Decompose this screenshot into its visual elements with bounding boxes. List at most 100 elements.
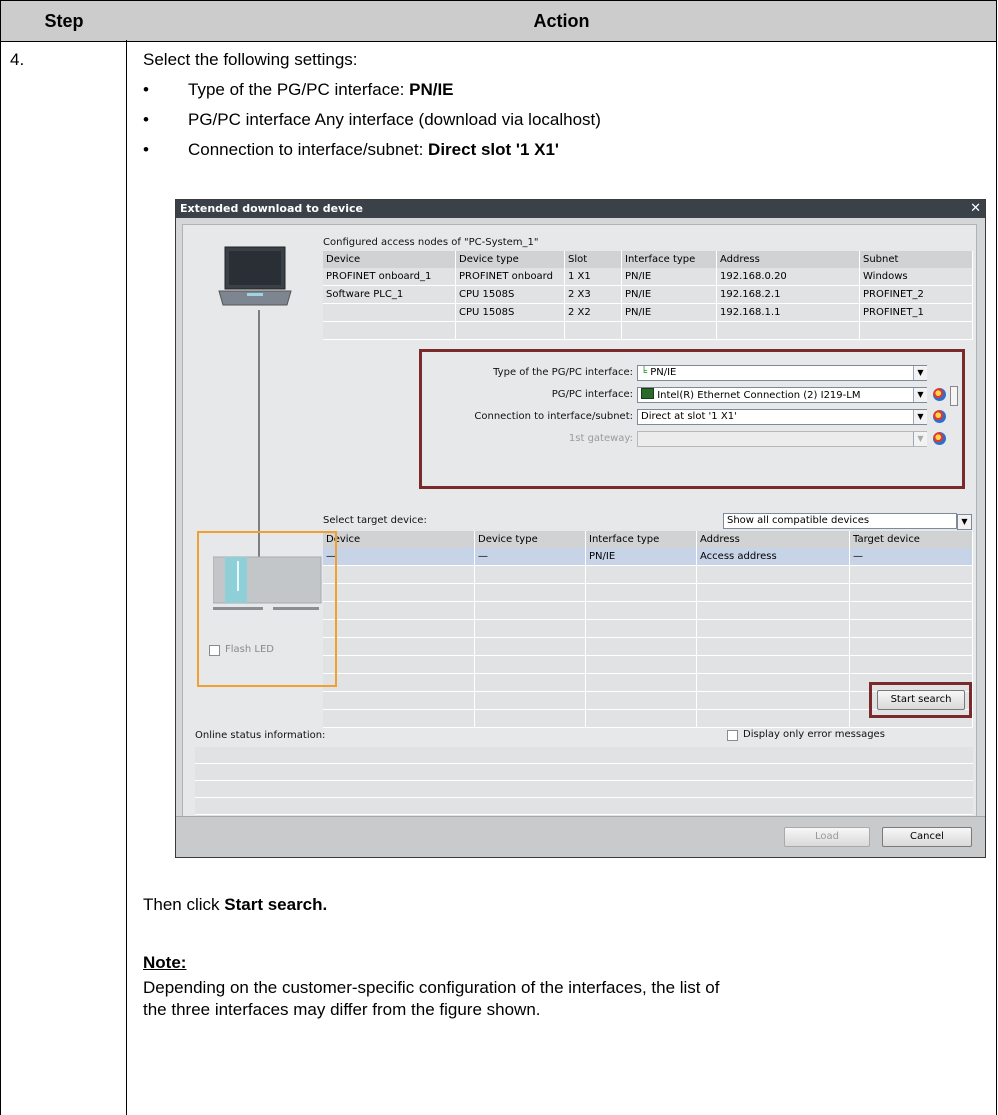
cell: PROFINET_1	[859, 303, 973, 322]
table-row	[323, 583, 973, 602]
note-line-1: Depending on the customer-specific confi…	[143, 978, 720, 997]
cell: —	[849, 548, 973, 566]
cell: PROFINET onboard_1	[323, 268, 456, 286]
flash-led-label: Flash LED	[225, 644, 274, 655]
col-device-type: Device type	[474, 531, 586, 548]
table-row	[323, 619, 973, 638]
header-step: Step	[0, 0, 128, 42]
load-button[interactable]: Load	[784, 827, 870, 847]
dialog-footer: Load Cancel	[176, 816, 985, 857]
cell: CPU 1508S	[455, 285, 565, 304]
properties-shield-icon[interactable]	[933, 388, 946, 401]
col-address: Address	[716, 251, 860, 268]
cell: PN/IE	[621, 303, 717, 322]
connection-line	[258, 310, 260, 560]
connection-label: Connection to interface/subnet:	[474, 411, 633, 422]
header-action: Action	[127, 0, 997, 42]
download-dialog: Extended download to device ✕ Configured…	[175, 199, 986, 858]
type-interface-label: Type of the PG/PC interface:	[493, 367, 633, 378]
table-row	[323, 655, 973, 674]
type-interface-value: PN/IE	[650, 367, 677, 378]
col-subnet: Subnet	[859, 251, 973, 268]
cancel-button[interactable]: Cancel	[882, 827, 972, 847]
chevron-down-icon[interactable]: ▼	[913, 432, 927, 446]
border-right	[996, 40, 997, 1115]
col-target-device: Target device	[849, 531, 973, 548]
type-interface-select[interactable]: ╘ PN/IE	[637, 365, 927, 381]
configured-nodes-label: Configured access nodes of "PC-System_1"	[323, 237, 539, 248]
dialog-title: Extended download to device	[176, 200, 985, 218]
display-errors-checkbox[interactable]	[727, 730, 738, 741]
access-header-row: Device Device type Slot Interface type A…	[323, 251, 973, 268]
cell	[323, 303, 456, 322]
step-number: 4.	[10, 50, 25, 69]
col-interface-type: Interface type	[585, 531, 697, 548]
table-row	[323, 637, 973, 656]
cell: 2 X3	[564, 285, 622, 304]
overflow-handle[interactable]	[950, 386, 958, 406]
table-row[interactable]: Software PLC_1 CPU 1508S 2 X3 PN/IE 192.…	[323, 285, 973, 304]
plc-device-icon	[213, 556, 322, 610]
pgpc-interface-select[interactable]: Intel(R) Ethernet Connection (2) I219-LM	[637, 387, 927, 403]
col-device: Device	[323, 251, 456, 268]
cell: Software PLC_1	[323, 285, 456, 304]
cell: PN/IE	[621, 285, 717, 304]
network-card-icon	[641, 388, 654, 399]
network-icon: ╘	[641, 367, 648, 378]
col-address: Address	[696, 531, 850, 548]
bullet-icon: •	[143, 140, 149, 159]
cell: Windows	[859, 268, 973, 286]
table-row[interactable]: CPU 1508S 2 X2 PN/IE 192.168.1.1 PROFINE…	[323, 303, 973, 322]
cell: 192.168.0.20	[716, 268, 860, 286]
col-device: Device	[323, 531, 475, 548]
cell: 192.168.2.1	[716, 285, 860, 304]
chevron-down-icon[interactable]: ▼	[957, 514, 972, 530]
connection-select[interactable]: Direct at slot '1 X1'	[637, 409, 927, 425]
note-heading: Note:	[143, 953, 187, 972]
gateway-select[interactable]	[637, 431, 927, 447]
select-target-label: Select target device:	[323, 515, 427, 526]
then-click-text: Then click Start search.	[143, 895, 328, 914]
cell: PN/IE	[585, 548, 697, 566]
cell: PROFINET onboard	[455, 268, 565, 286]
col-interface-type: Interface type	[621, 251, 717, 268]
access-nodes-table: Device Device type Slot Interface type A…	[323, 251, 973, 340]
table-row[interactable]: PROFINET onboard_1 PROFINET onboard 1 X1…	[323, 268, 973, 286]
cell: —	[474, 548, 586, 566]
bullet-pgpc-interface: PG/PC interface Any interface (download …	[188, 110, 601, 129]
close-icon[interactable]: ✕	[970, 200, 981, 218]
bullet-type-interface: Type of the PG/PC interface: PN/IE	[188, 80, 454, 99]
border-mid	[126, 40, 127, 1115]
properties-shield-icon[interactable]	[933, 410, 946, 423]
online-status-label: Online status information:	[195, 730, 326, 741]
bullet-icon: •	[143, 80, 149, 99]
chevron-down-icon[interactable]: ▼	[913, 388, 927, 402]
bullet-connection: Connection to interface/subnet: Direct s…	[188, 140, 559, 159]
gateway-label: 1st gateway:	[568, 433, 633, 444]
cell: CPU 1508S	[455, 303, 565, 322]
online-status-list	[195, 747, 973, 817]
cell: —	[323, 548, 475, 566]
cell: PN/IE	[621, 268, 717, 286]
pgpc-interface-label: PG/PC interface:	[551, 389, 633, 400]
flash-led-checkbox[interactable]	[209, 645, 220, 656]
table-row[interactable]: — — PN/IE Access address —	[323, 548, 973, 566]
cell: 1 X1	[564, 268, 622, 286]
intro-text: Select the following settings:	[143, 50, 358, 69]
cell: 2 X2	[564, 303, 622, 322]
chevron-down-icon[interactable]: ▼	[913, 410, 927, 424]
show-devices-filter[interactable]: Show all compatible devices	[723, 513, 957, 529]
target-header-row: Device Device type Interface type Addres…	[323, 531, 973, 548]
table-row	[323, 601, 973, 620]
cell: Access address	[696, 548, 850, 566]
properties-shield-icon[interactable]	[933, 432, 946, 445]
cell: PROFINET_2	[859, 285, 973, 304]
start-search-button[interactable]: Start search	[877, 690, 965, 710]
chevron-down-icon[interactable]: ▼	[913, 366, 927, 380]
document-page: Step Action 4. Select the following sett…	[0, 0, 998, 1115]
col-device-type: Device type	[455, 251, 565, 268]
bullet-icon: •	[143, 110, 149, 129]
note-line-2: the three interfaces may differ from the…	[143, 1000, 541, 1019]
pgpc-interface-value: Intel(R) Ethernet Connection (2) I219-LM	[657, 390, 861, 401]
table-row	[323, 565, 973, 584]
